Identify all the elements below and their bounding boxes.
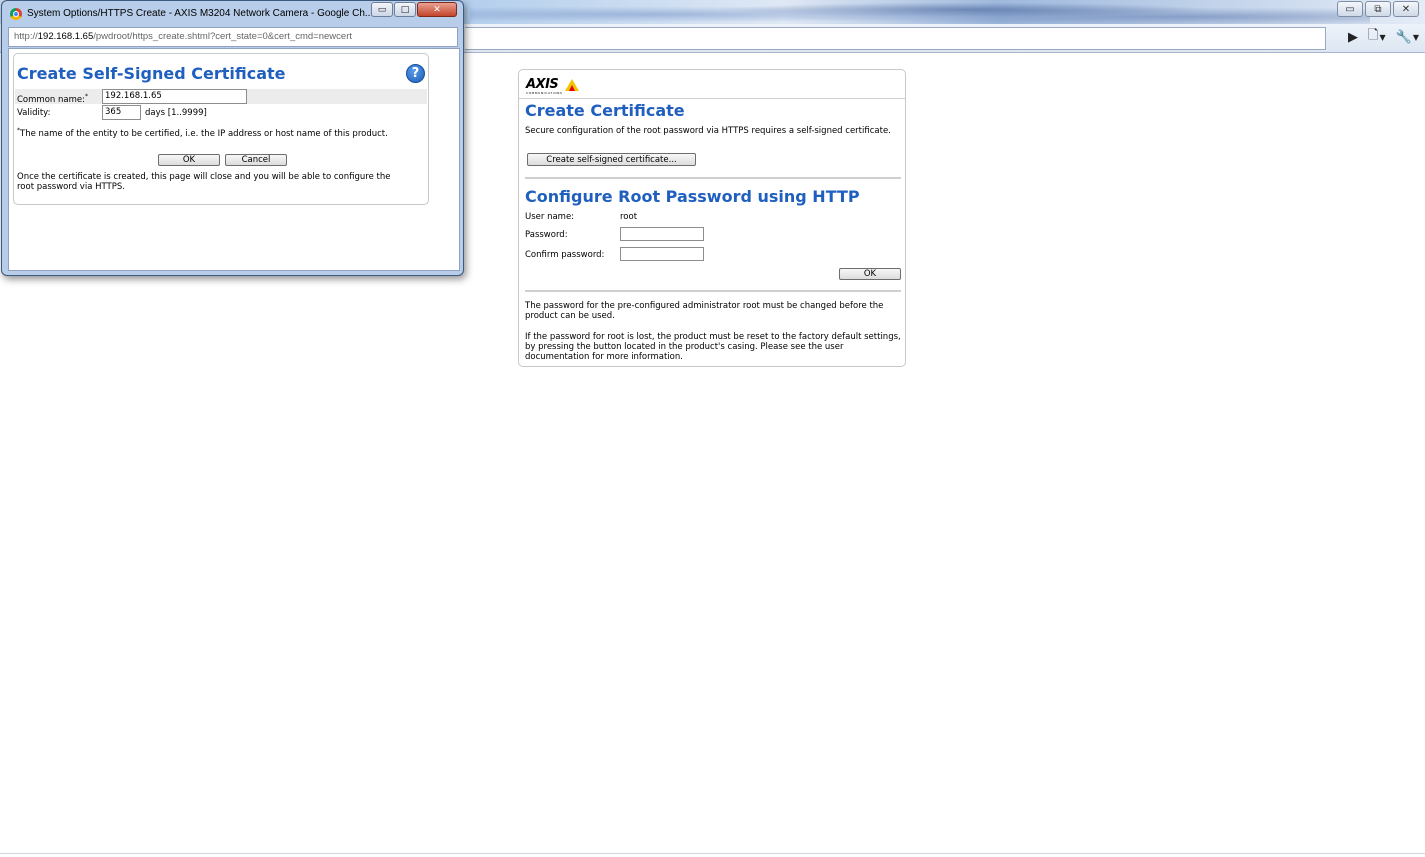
window-bottom-border bbox=[0, 853, 1425, 854]
popup-minimize-button[interactable]: ▭ bbox=[371, 2, 393, 17]
self-signed-certificate-heading: Create Self-Signed Certificate bbox=[17, 64, 286, 83]
user-name-label: User name: bbox=[525, 212, 575, 222]
popup-info-text: Once the certificate is created, this pa… bbox=[17, 172, 391, 192]
popup-ok-button[interactable]: OK bbox=[158, 154, 220, 166]
user-name-value: root bbox=[620, 212, 638, 222]
confirm-password-input[interactable] bbox=[620, 247, 704, 261]
header-divider bbox=[519, 98, 905, 99]
url-host: 192.168.1.65 bbox=[37, 31, 94, 42]
footnote-text: The name of the entity to be certified, … bbox=[20, 128, 388, 139]
validity-days-hint: days [1..9999] bbox=[145, 108, 207, 118]
popup-maximize-button[interactable]: □ bbox=[394, 2, 416, 17]
common-name-label-text: Common name: bbox=[17, 94, 85, 105]
confirm-password-label: Confirm password: bbox=[525, 250, 605, 260]
axis-logo-text: AXIS bbox=[526, 77, 559, 92]
page-menu-icon[interactable]: 🗋 ▼ bbox=[1368, 26, 1386, 48]
url-prefix: http:// bbox=[14, 31, 38, 42]
axis-logo: AXIS COMMUNICATIONS bbox=[526, 76, 586, 96]
help-icon[interactable]: ? bbox=[406, 64, 425, 83]
title-background-art bbox=[470, 0, 1370, 24]
main-minimize-button[interactable]: ▭ bbox=[1337, 1, 1363, 17]
main-close-button[interactable]: ✕ bbox=[1393, 1, 1419, 17]
popup-url-bar[interactable]: http://192.168.1.65/pwdroot/https_create… bbox=[8, 27, 458, 47]
create-certificate-description: Secure configuration of the root passwor… bbox=[525, 126, 891, 136]
popup-window-controls: ▭ □ ✕ bbox=[371, 2, 457, 17]
required-mark: * bbox=[84, 93, 88, 100]
popup-close-button[interactable]: ✕ bbox=[417, 2, 457, 17]
section-divider-2 bbox=[525, 290, 901, 292]
certificate-popup-window: System Options/HTTPS Create - AXIS M3204… bbox=[1, 0, 464, 276]
popup-content: Create Self-Signed Certificate ? Common … bbox=[8, 48, 460, 271]
chrome-icon bbox=[10, 8, 22, 20]
axis-settings-card: AXIS COMMUNICATIONS Create Certificate S… bbox=[518, 69, 906, 367]
common-name-row: Common name:* 192.168.1.65 bbox=[15, 89, 427, 105]
create-self-signed-certificate-button[interactable]: Create self-signed certificate... bbox=[527, 153, 696, 166]
common-name-footnote: *The name of the entity to be certified,… bbox=[17, 126, 417, 139]
configure-root-password-title: Configure Root Password using HTTP bbox=[525, 187, 860, 206]
create-certificate-title: Create Certificate bbox=[525, 101, 685, 120]
common-name-label: Common name:* bbox=[17, 92, 88, 105]
axis-logo-subtext: COMMUNICATIONS bbox=[526, 91, 563, 95]
main-toolbar-icons: ▶ 🗋 ▼ 🔧 ▼ bbox=[1348, 28, 1419, 46]
validity-label: Validity: bbox=[17, 108, 51, 118]
password-lost-note: If the password for root is lost, the pr… bbox=[525, 332, 901, 362]
self-signed-certificate-card: Create Self-Signed Certificate ? Common … bbox=[13, 53, 429, 205]
url-path: /pwdroot/https_create.shtml?cert_state=0… bbox=[93, 31, 352, 42]
section-divider bbox=[525, 177, 901, 179]
password-change-note: The password for the pre-configured admi… bbox=[525, 301, 884, 321]
play-icon[interactable]: ▶ bbox=[1348, 30, 1358, 45]
main-maximize-button[interactable]: ⧉ bbox=[1365, 1, 1391, 17]
root-password-ok-button[interactable]: OK bbox=[839, 268, 901, 280]
main-address-bar[interactable] bbox=[465, 27, 1326, 50]
popup-cancel-button[interactable]: Cancel bbox=[225, 154, 287, 166]
common-name-input[interactable]: 192.168.1.65 bbox=[102, 89, 247, 104]
axis-logo-triangle-inner bbox=[569, 85, 575, 91]
password-label: Password: bbox=[525, 230, 568, 240]
popup-window-title: System Options/HTTPS Create - AXIS M3204… bbox=[27, 8, 374, 19]
password-input[interactable] bbox=[620, 227, 704, 241]
validity-input[interactable]: 365 bbox=[102, 105, 141, 120]
main-window-controls: ▭ ⧉ ✕ bbox=[1337, 1, 1419, 17]
wrench-icon[interactable]: 🔧 ▼ bbox=[1396, 30, 1419, 45]
